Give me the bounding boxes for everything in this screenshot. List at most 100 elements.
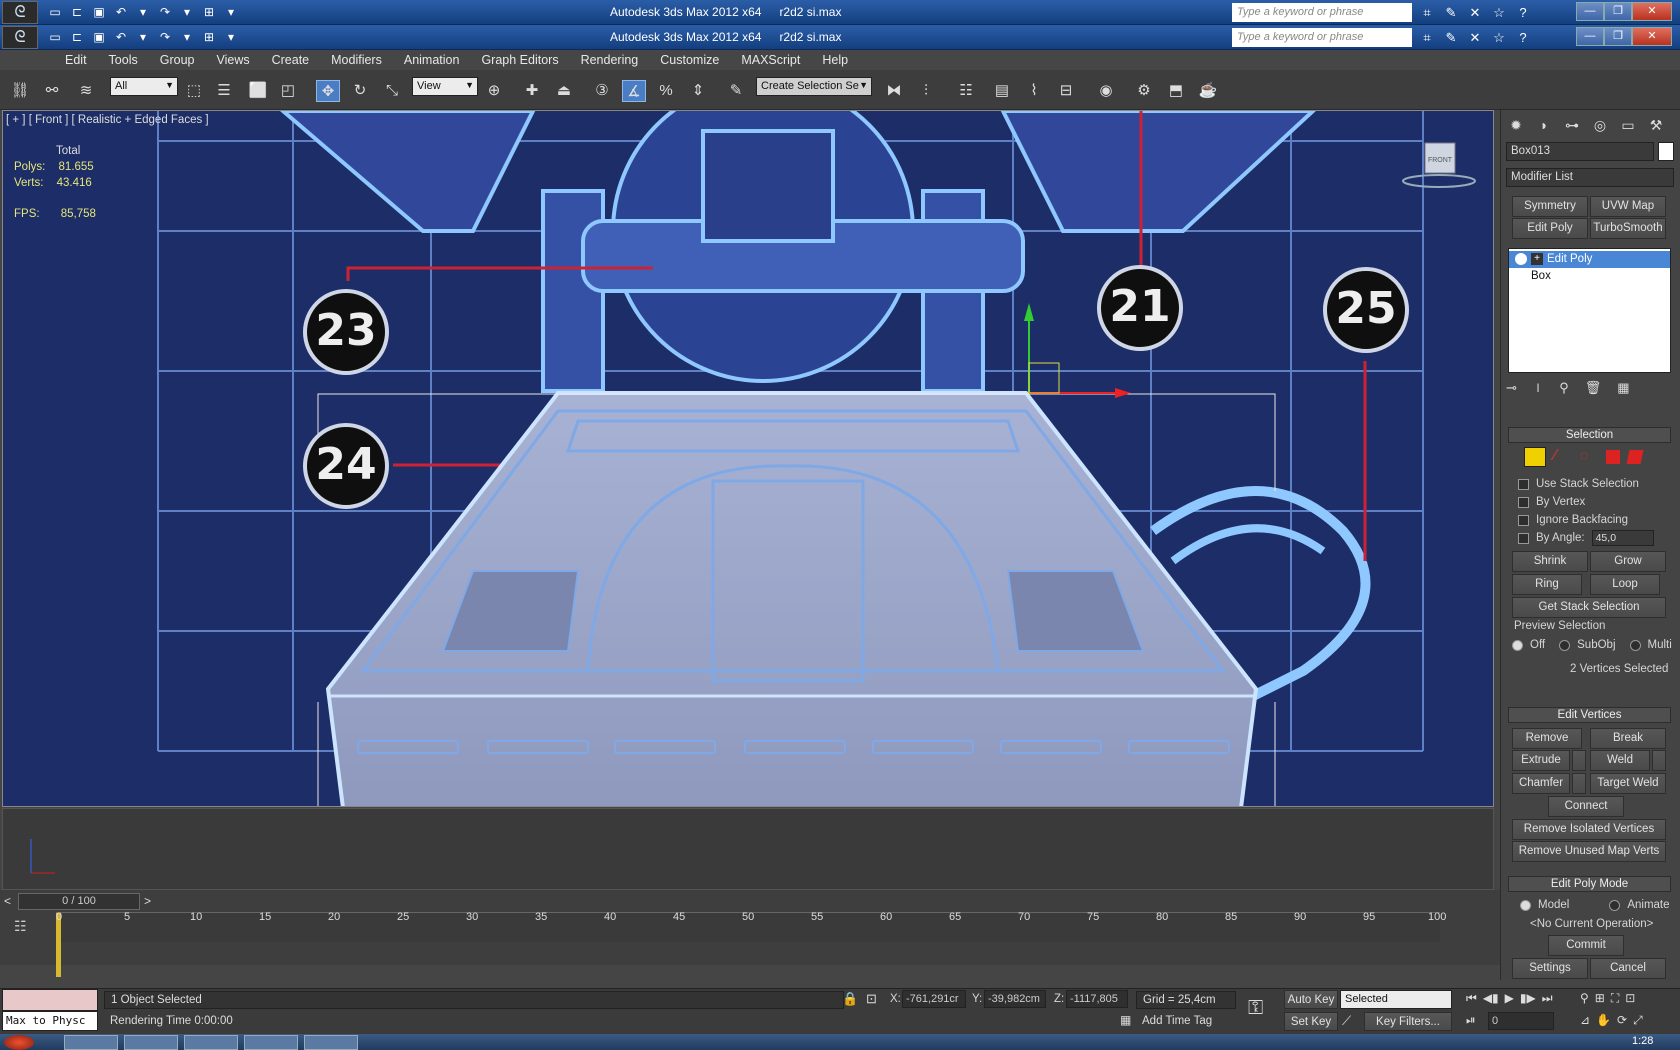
project-folder-icon[interactable]: ⊞ [200, 28, 218, 46]
target-weld-button[interactable]: Target Weld [1590, 773, 1666, 794]
menu-customize[interactable]: Customize [649, 50, 730, 70]
key-mode-dropdown[interactable]: Selected [1340, 990, 1452, 1009]
pan-hand-icon[interactable]: ✋ [1596, 1013, 1611, 1028]
rendered-frame-icon[interactable]: ⬒ [1164, 80, 1188, 102]
set-key-button[interactable]: Set Key [1284, 1012, 1338, 1031]
object-color-swatch[interactable] [1658, 142, 1674, 161]
material-editor-icon[interactable]: ◉ [1094, 80, 1118, 102]
motion-tab-icon[interactable]: ◎ [1588, 114, 1612, 136]
border-level-icon[interactable]: ◌ [1580, 447, 1598, 465]
chamfer-settings-button[interactable] [1572, 773, 1586, 794]
menu-create[interactable]: Create [261, 50, 321, 70]
menu-tools[interactable]: Tools [98, 50, 149, 70]
time-slider-prev-button[interactable]: < [4, 894, 11, 908]
menu-graph-editors[interactable]: Graph Editors [470, 50, 569, 70]
keyboard-shortcut-icon[interactable]: ⏏ [552, 80, 576, 102]
selection-rollout-header[interactable]: Selection [1508, 427, 1671, 443]
pivot-center-icon[interactable]: ⊕ [482, 80, 506, 102]
time-tag-icon[interactable]: ▦ [1120, 1013, 1131, 1027]
rectangular-selection-icon[interactable]: ⬜ [246, 80, 270, 102]
lightbulb-icon[interactable] [1515, 253, 1527, 265]
edge-level-icon[interactable]: ∕ [1554, 447, 1572, 465]
y-coordinate-field[interactable]: -39,982cm [984, 990, 1046, 1008]
field-of-view-icon[interactable]: ⊿ [1580, 1013, 1590, 1028]
subscription-icon[interactable]: ✎ [1442, 4, 1460, 21]
select-and-link-icon[interactable]: ⛓ [8, 80, 32, 102]
app-logo-icon[interactable]: ᘓ [2, 1, 38, 24]
animate-radio[interactable]: Animate [1609, 896, 1670, 914]
expand-plus-icon[interactable]: + [1531, 253, 1543, 265]
align-icon[interactable]: ⫶ [914, 80, 938, 102]
redo-dropdown-icon[interactable]: ▾ [178, 3, 196, 21]
app-logo-icon[interactable]: ᘓ [2, 26, 38, 49]
subscription-icon[interactable]: ✎ [1442, 29, 1460, 46]
maximize-viewport-icon[interactable]: ⤢ [1633, 1013, 1643, 1028]
binoculars-icon[interactable]: ⌗ [1418, 29, 1436, 46]
preview-multi-radio[interactable]: Multi [1629, 636, 1672, 654]
vertex-level-icon[interactable] [1524, 447, 1546, 467]
current-frame-field[interactable]: 0 [1488, 1012, 1554, 1030]
curve-editor-icon[interactable]: ⌇ [1022, 80, 1046, 102]
uvw-map-button[interactable]: UVW Map [1590, 196, 1666, 217]
edit-vertices-rollout-header[interactable]: Edit Vertices [1508, 707, 1671, 723]
time-slider-next-button[interactable]: > [144, 894, 151, 908]
binoculars-icon[interactable]: ⌗ [1418, 4, 1436, 21]
system-clock[interactable]: 1:28 [1632, 1035, 1653, 1047]
edit-poly-button[interactable]: Edit Poly [1512, 218, 1588, 239]
connect-button[interactable]: Connect [1548, 796, 1624, 817]
taskbar-3dsmax-icon[interactable] [124, 1035, 178, 1050]
preview-subobj-radio[interactable]: SubObj [1559, 636, 1616, 654]
ring-button[interactable]: Ring [1512, 574, 1582, 595]
menu-maxscript[interactable]: MAXScript [730, 50, 811, 70]
edit-poly-mode-rollout-header[interactable]: Edit Poly Mode [1508, 876, 1671, 892]
select-and-move-icon[interactable]: ✥ [316, 80, 340, 102]
undo-dropdown-icon[interactable]: ▾ [134, 3, 152, 21]
named-selection-dropdown[interactable]: Create Selection Se [756, 77, 872, 96]
select-manipulate-icon[interactable]: ✚ [520, 80, 544, 102]
favorites-star-icon[interactable]: ☆ [1490, 29, 1508, 46]
search-input[interactable]: Type a keyword or phrase [1232, 3, 1412, 22]
polygon-level-icon[interactable] [1606, 450, 1620, 464]
display-tab-icon[interactable]: ▭ [1616, 114, 1640, 136]
selection-lock-icon[interactable]: 🔒 [842, 991, 858, 1007]
angle-snap-icon[interactable]: ∡ [622, 80, 646, 102]
key-mode-toggle-icon[interactable]: ⏯ [1466, 1013, 1476, 1028]
chamfer-button[interactable]: Chamfer [1512, 773, 1570, 794]
menu-edit[interactable]: Edit [54, 50, 98, 70]
redo-dropdown-icon[interactable]: ▾ [178, 28, 196, 46]
maxscript-listener[interactable]: Max to Physc [2, 1011, 98, 1031]
key-filters-button[interactable]: Key Filters... [1364, 1012, 1452, 1031]
remove-unused-map-verts-button[interactable]: Remove Unused Map Verts [1512, 841, 1666, 862]
window-crossing-icon[interactable]: ◰ [276, 80, 300, 102]
save-icon[interactable]: ▣ [90, 3, 108, 21]
select-and-rotate-icon[interactable]: ↻ [348, 80, 372, 102]
modifier-list-dropdown[interactable]: Modifier List [1506, 168, 1674, 187]
use-stack-selection-checkbox[interactable]: Use Stack Selection [1518, 475, 1654, 493]
taskbar-tool-icon[interactable] [304, 1035, 358, 1050]
extrude-settings-button[interactable] [1572, 750, 1586, 771]
by-angle-checkbox[interactable]: By Angle: 45,0 [1518, 529, 1654, 547]
cancel-button[interactable]: Cancel [1590, 958, 1666, 979]
model-radio[interactable]: Model [1520, 896, 1569, 914]
redo-icon[interactable]: ↷ [156, 28, 174, 46]
menu-views[interactable]: Views [205, 50, 260, 70]
angle-spinner[interactable]: 45,0 [1591, 530, 1654, 546]
ignore-backfacing-checkbox[interactable]: Ignore Backfacing [1518, 511, 1654, 529]
favorites-star-icon[interactable]: ☆ [1490, 4, 1508, 21]
previous-frame-icon[interactable]: ◀▮ [1483, 991, 1499, 1006]
show-end-result-icon[interactable]: ⏽ [1533, 380, 1543, 396]
object-name-field[interactable]: Box013 [1506, 142, 1654, 161]
taskbar-office-icon[interactable] [244, 1035, 298, 1050]
viewport-label[interactable]: [ + ] [ Front ] [ Realistic + Edged Face… [6, 114, 209, 126]
time-slider[interactable]: 0 / 100 [18, 893, 140, 910]
search-input[interactable]: Type a keyword or phrase [1232, 28, 1412, 47]
render-setup-icon[interactable]: ⚙ [1132, 80, 1156, 102]
remove-isolated-vertices-button[interactable]: Remove Isolated Vertices [1512, 819, 1666, 840]
menu-rendering[interactable]: Rendering [570, 50, 650, 70]
open-file-icon[interactable]: ⊏ [68, 28, 86, 46]
select-object-icon[interactable]: ⬚ [182, 80, 206, 102]
minimize-button[interactable]: — [1576, 2, 1604, 21]
grow-button[interactable]: Grow [1590, 551, 1666, 572]
edit-named-selection-icon[interactable]: ✎ [724, 80, 748, 102]
maximize-button[interactable]: ❐ [1604, 27, 1632, 46]
